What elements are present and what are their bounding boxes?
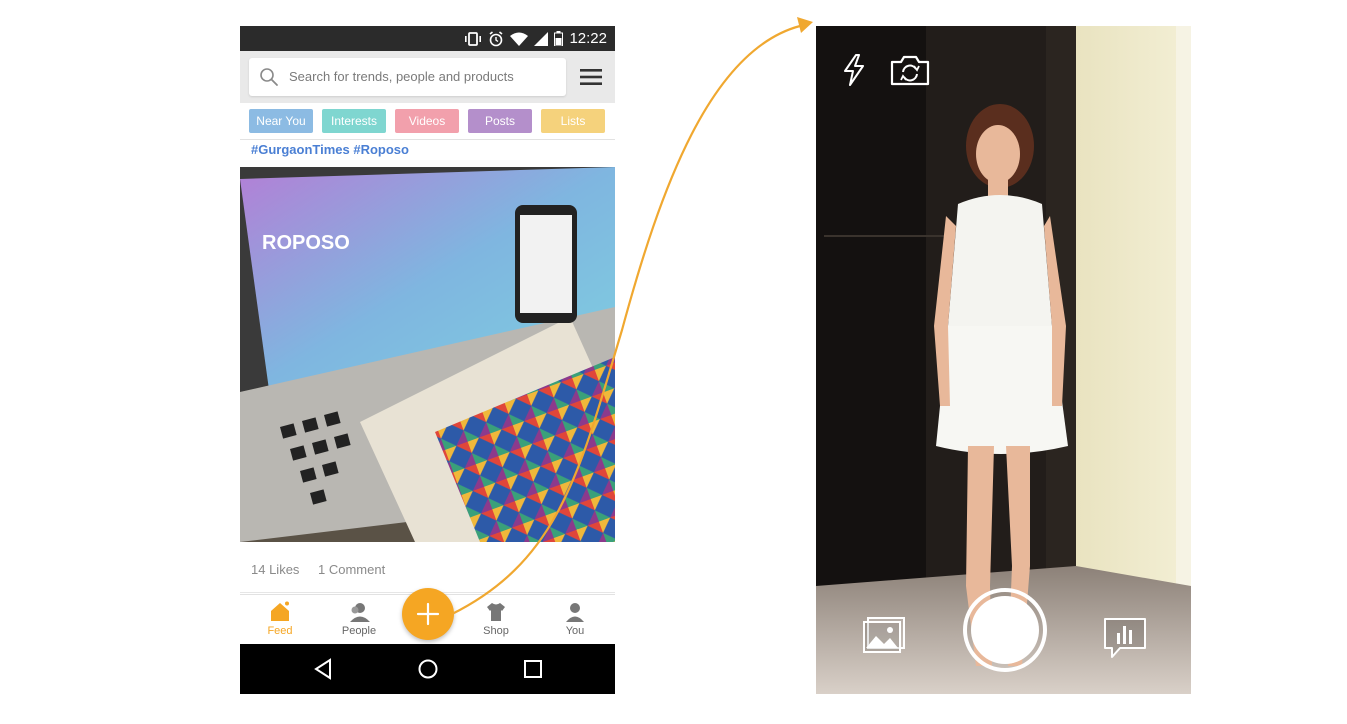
switch-camera-icon[interactable] [890, 54, 930, 86]
camera-screen [816, 26, 1191, 694]
flash-icon[interactable] [842, 54, 866, 86]
stats-icon[interactable] [1102, 616, 1148, 660]
gallery-icon[interactable] [862, 616, 906, 656]
shutter-button[interactable] [962, 587, 1048, 673]
